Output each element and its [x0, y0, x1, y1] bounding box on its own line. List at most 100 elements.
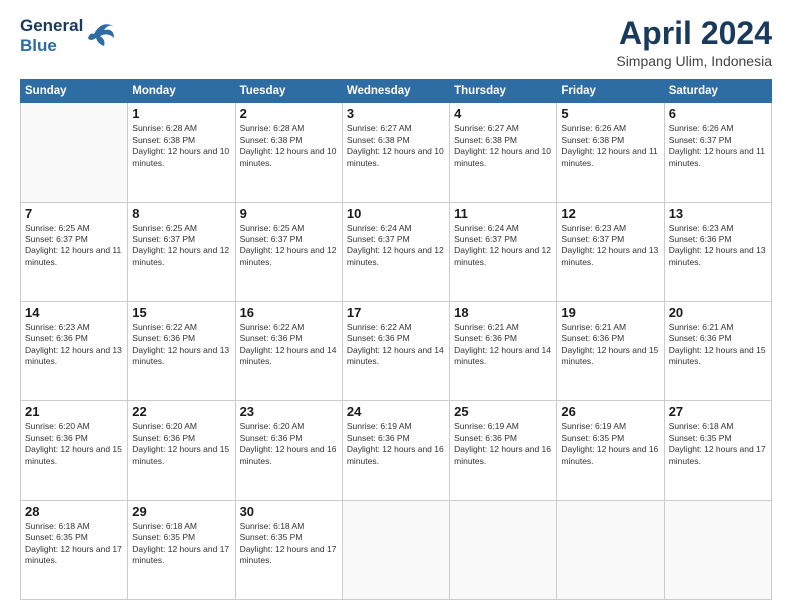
calendar-cell [557, 500, 664, 599]
day-number: 21 [25, 404, 123, 419]
calendar-cell: 18 Sunrise: 6:21 AMSunset: 6:36 PMDayligh… [450, 301, 557, 400]
week-row-1: 1 Sunrise: 6:28 AMSunset: 6:38 PMDaylight… [21, 103, 772, 202]
header-row: SundayMondayTuesdayWednesdayThursdayFrid… [21, 80, 772, 103]
calendar-table: SundayMondayTuesdayWednesdayThursdayFrid… [20, 79, 772, 600]
calendar-cell: 9Sunrise: 6:25 AMSunset: 6:37 PMDaylight… [235, 202, 342, 301]
calendar-cell: 15Sunrise: 6:22 AMSunset: 6:36 PMDayligh… [128, 301, 235, 400]
calendar-cell: 25Sunrise: 6:19 AMSunset: 6:36 PMDayligh… [450, 401, 557, 500]
day-number: 4 [454, 106, 552, 121]
logo-wordmark: General Blue [20, 16, 83, 55]
day-info: Sunrise: 6:18 AMSunset: 6:35 PMDaylight:… [132, 521, 230, 567]
day-info: Sunrise: 6:19 AMSunset: 6:36 PMDaylight:… [347, 421, 445, 467]
day-number: 20 [669, 305, 767, 320]
day-number: 1 [132, 106, 230, 121]
logo: General Blue [20, 16, 116, 55]
calendar-cell: 11 Sunrise: 6:24 AMSunset: 6:37 PMDayligh… [450, 202, 557, 301]
day-number: 8 [132, 206, 230, 221]
day-info: Sunrise: 6:18 AMSunset: 6:35 PMDaylight:… [669, 421, 767, 467]
calendar-cell [450, 500, 557, 599]
day-number: 30 [240, 504, 338, 519]
column-header-thursday: Thursday [450, 80, 557, 103]
calendar-cell: 10 Sunrise: 6:24 AMSunset: 6:37 PMDayligh… [342, 202, 449, 301]
title-block: April 2024 Simpang Ulim, Indonesia [616, 16, 772, 69]
day-info: Sunrise: 6:23 AMSunset: 6:36 PMDaylight:… [25, 322, 123, 368]
day-info: Sunrise: 6:23 AMSunset: 6:37 PMDaylight:… [561, 223, 659, 269]
calendar-cell [342, 500, 449, 599]
day-info: Sunrise: 6:19 AMSunset: 6:36 PMDaylight:… [454, 421, 552, 467]
day-info: Sunrise: 6:27 AMSunset: 6:38 PMDaylight:… [347, 123, 445, 169]
day-info: Sunrise: 6:18 AMSunset: 6:35 PMDaylight:… [240, 521, 338, 567]
day-info: Sunrise: 6:20 AMSunset: 6:36 PMDaylight:… [25, 421, 123, 467]
day-info: Sunrise: 6:26 AMSunset: 6:38 PMDaylight:… [561, 123, 659, 169]
day-number: 26 [561, 404, 659, 419]
column-header-friday: Friday [557, 80, 664, 103]
day-number: 5 [561, 106, 659, 121]
day-info: Sunrise: 6:21 AMSunset: 6:36 PMDaylight:… [454, 322, 552, 368]
day-info: Sunrise: 6:28 AMSunset: 6:38 PMDaylight:… [240, 123, 338, 169]
logo-icon [86, 18, 116, 50]
calendar-cell: 1 Sunrise: 6:28 AMSunset: 6:38 PMDaylight… [128, 103, 235, 202]
day-number: 28 [25, 504, 123, 519]
day-info: Sunrise: 6:25 AMSunset: 6:37 PMDaylight:… [25, 223, 123, 269]
day-number: 18 [454, 305, 552, 320]
day-number: 13 [669, 206, 767, 221]
day-number: 27 [669, 404, 767, 419]
day-info: Sunrise: 6:20 AMSunset: 6:36 PMDaylight:… [132, 421, 230, 467]
day-number: 7 [25, 206, 123, 221]
day-info: Sunrise: 6:28 AMSunset: 6:38 PMDaylight:… [132, 123, 230, 169]
page: General Blue April 2024 Simpang Ulim, In… [0, 0, 792, 612]
day-info: Sunrise: 6:22 AMSunset: 6:36 PMDaylight:… [240, 322, 338, 368]
day-number: 11 [454, 206, 552, 221]
calendar-cell: 20 Sunrise: 6:21 AMSunset: 6:36 PMDayligh… [664, 301, 771, 400]
calendar-cell: 30 Sunrise: 6:18 AMSunset: 6:35 PMDayligh… [235, 500, 342, 599]
calendar-cell: 19 Sunrise: 6:21 AMSunset: 6:36 PMDayligh… [557, 301, 664, 400]
day-info: Sunrise: 6:25 AMSunset: 6:37 PMDaylight:… [240, 223, 338, 269]
calendar-cell: 6Sunrise: 6:26 AMSunset: 6:37 PMDaylight… [664, 103, 771, 202]
day-info: Sunrise: 6:24 AMSunset: 6:37 PMDaylight:… [347, 223, 445, 269]
day-info: Sunrise: 6:23 AMSunset: 6:36 PMDaylight:… [669, 223, 767, 269]
day-number: 2 [240, 106, 338, 121]
calendar-cell: 23Sunrise: 6:20 AMSunset: 6:36 PMDayligh… [235, 401, 342, 500]
day-number: 6 [669, 106, 767, 121]
calendar-cell: 26 Sunrise: 6:19 AMSunset: 6:35 PMDayligh… [557, 401, 664, 500]
logo-line2: Blue [20, 36, 83, 56]
calendar-cell [21, 103, 128, 202]
week-row-3: 14Sunrise: 6:23 AMSunset: 6:36 PMDayligh… [21, 301, 772, 400]
calendar-cell: 12 Sunrise: 6:23 AMSunset: 6:37 PMDayligh… [557, 202, 664, 301]
column-header-tuesday: Tuesday [235, 80, 342, 103]
calendar-cell [664, 500, 771, 599]
day-number: 10 [347, 206, 445, 221]
day-info: Sunrise: 6:20 AMSunset: 6:36 PMDaylight:… [240, 421, 338, 467]
day-info: Sunrise: 6:25 AMSunset: 6:37 PMDaylight:… [132, 223, 230, 269]
day-number: 17 [347, 305, 445, 320]
column-header-saturday: Saturday [664, 80, 771, 103]
day-info: Sunrise: 6:27 AMSunset: 6:38 PMDaylight:… [454, 123, 552, 169]
day-info: Sunrise: 6:21 AMSunset: 6:36 PMDaylight:… [561, 322, 659, 368]
calendar-cell: 28Sunrise: 6:18 AMSunset: 6:35 PMDayligh… [21, 500, 128, 599]
day-number: 19 [561, 305, 659, 320]
day-number: 12 [561, 206, 659, 221]
calendar-cell: 16Sunrise: 6:22 AMSunset: 6:36 PMDayligh… [235, 301, 342, 400]
day-info: Sunrise: 6:22 AMSunset: 6:36 PMDaylight:… [132, 322, 230, 368]
location-subtitle: Simpang Ulim, Indonesia [616, 53, 772, 69]
calendar-cell: 7 Sunrise: 6:25 AMSunset: 6:37 PMDaylight… [21, 202, 128, 301]
calendar-cell: 13 Sunrise: 6:23 AMSunset: 6:36 PMDayligh… [664, 202, 771, 301]
calendar-cell: 2 Sunrise: 6:28 AMSunset: 6:38 PMDaylight… [235, 103, 342, 202]
column-header-sunday: Sunday [21, 80, 128, 103]
day-info: Sunrise: 6:21 AMSunset: 6:36 PMDaylight:… [669, 322, 767, 368]
calendar-cell: 5 Sunrise: 6:26 AMSunset: 6:38 PMDaylight… [557, 103, 664, 202]
day-info: Sunrise: 6:19 AMSunset: 6:35 PMDaylight:… [561, 421, 659, 467]
calendar-cell: 21 Sunrise: 6:20 AMSunset: 6:36 PMDayligh… [21, 401, 128, 500]
calendar-cell: 14Sunrise: 6:23 AMSunset: 6:36 PMDayligh… [21, 301, 128, 400]
day-number: 24 [347, 404, 445, 419]
calendar-cell: 8 Sunrise: 6:25 AMSunset: 6:37 PMDaylight… [128, 202, 235, 301]
week-row-2: 7 Sunrise: 6:25 AMSunset: 6:37 PMDaylight… [21, 202, 772, 301]
day-number: 3 [347, 106, 445, 121]
calendar-cell: 22Sunrise: 6:20 AMSunset: 6:36 PMDayligh… [128, 401, 235, 500]
day-info: Sunrise: 6:24 AMSunset: 6:37 PMDaylight:… [454, 223, 552, 269]
logo-text-block: General Blue [20, 16, 116, 55]
month-title: April 2024 [616, 16, 772, 51]
header: General Blue April 2024 Simpang Ulim, In… [20, 16, 772, 69]
day-info: Sunrise: 6:22 AMSunset: 6:36 PMDaylight:… [347, 322, 445, 368]
column-header-wednesday: Wednesday [342, 80, 449, 103]
